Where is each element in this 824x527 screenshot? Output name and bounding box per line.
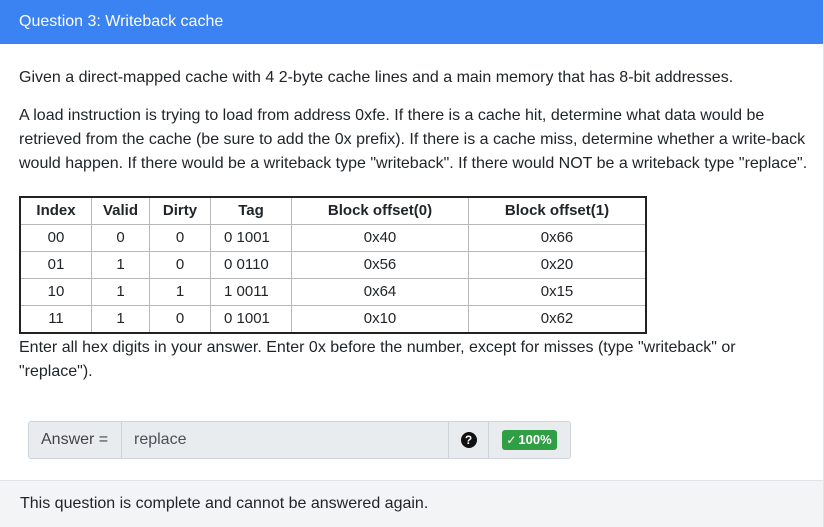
question-title: Question 3: Writeback cache bbox=[0, 0, 823, 44]
cell-tag: 1 0011 bbox=[210, 278, 292, 306]
answer-label: Answer = bbox=[28, 421, 121, 459]
column-header-block-offset-1: Block offset(1) bbox=[468, 196, 647, 225]
cell-valid: 1 bbox=[91, 278, 150, 306]
table-row: 01 1 0 0 0110 0x56 0x20 bbox=[19, 251, 647, 279]
cell-block-offset-1: 0x66 bbox=[468, 224, 647, 252]
column-header-block-offset-0: Block offset(0) bbox=[291, 196, 469, 225]
cell-index: 01 bbox=[19, 251, 92, 279]
cell-index: 10 bbox=[19, 278, 92, 306]
cell-block-offset-0: 0x40 bbox=[291, 224, 469, 252]
cache-table: Index Valid Dirty Tag Block offset(0) Bl… bbox=[19, 196, 647, 334]
question-body: Given a direct-mapped cache with 4 2-byt… bbox=[0, 44, 823, 384]
completion-status: This question is complete and cannot be … bbox=[0, 480, 823, 527]
column-header-valid: Valid bbox=[91, 196, 150, 225]
answer-input[interactable]: replace bbox=[121, 421, 449, 459]
answer-instructions: Enter all hex digits in your answer. Ent… bbox=[19, 339, 736, 380]
table-row: 00 0 0 0 1001 0x40 0x66 bbox=[19, 224, 647, 252]
question-card: Question 3: Writeback cache Given a dire… bbox=[0, 0, 824, 527]
score-badge: ✓ 100% bbox=[502, 430, 557, 450]
cell-valid: 0 bbox=[91, 224, 150, 252]
cell-block-offset-0: 0x10 bbox=[291, 305, 469, 334]
cell-index: 11 bbox=[19, 305, 92, 334]
check-icon: ✓ bbox=[506, 433, 517, 447]
table-row: 10 1 1 1 0011 0x64 0x15 bbox=[19, 278, 647, 306]
question-prompt: A load instruction is trying to load fro… bbox=[19, 107, 808, 172]
cell-block-offset-1: 0x62 bbox=[468, 305, 647, 334]
cell-block-offset-0: 0x64 bbox=[291, 278, 469, 306]
answer-input-group: Answer = replace ? ✓ 100% bbox=[28, 421, 571, 459]
cell-tag: 0 0110 bbox=[210, 251, 292, 279]
cell-block-offset-0: 0x56 bbox=[291, 251, 469, 279]
cell-block-offset-1: 0x20 bbox=[468, 251, 647, 279]
cell-dirty: 0 bbox=[149, 251, 211, 279]
cell-valid: 1 bbox=[91, 305, 150, 334]
cell-dirty: 1 bbox=[149, 278, 211, 306]
cell-dirty: 0 bbox=[149, 305, 211, 334]
cell-index: 00 bbox=[19, 224, 92, 252]
help-button[interactable]: ? bbox=[449, 421, 489, 459]
column-header-dirty: Dirty bbox=[149, 196, 211, 225]
table-row: 11 1 0 0 1001 0x10 0x62 bbox=[19, 305, 647, 334]
score-value: 100% bbox=[518, 432, 552, 447]
cell-block-offset-1: 0x15 bbox=[468, 278, 647, 306]
cell-tag: 0 1001 bbox=[210, 305, 292, 334]
column-header-tag: Tag bbox=[210, 196, 292, 225]
score-container: ✓ 100% bbox=[489, 421, 571, 459]
cell-tag: 0 1001 bbox=[210, 224, 292, 252]
column-header-index: Index bbox=[19, 196, 92, 225]
question-circle-icon: ? bbox=[460, 432, 477, 448]
cell-valid: 1 bbox=[91, 251, 150, 279]
cell-dirty: 0 bbox=[149, 224, 211, 252]
question-intro: Given a direct-mapped cache with 4 2-byt… bbox=[19, 69, 734, 86]
table-header-row: Index Valid Dirty Tag Block offset(0) Bl… bbox=[19, 196, 647, 225]
